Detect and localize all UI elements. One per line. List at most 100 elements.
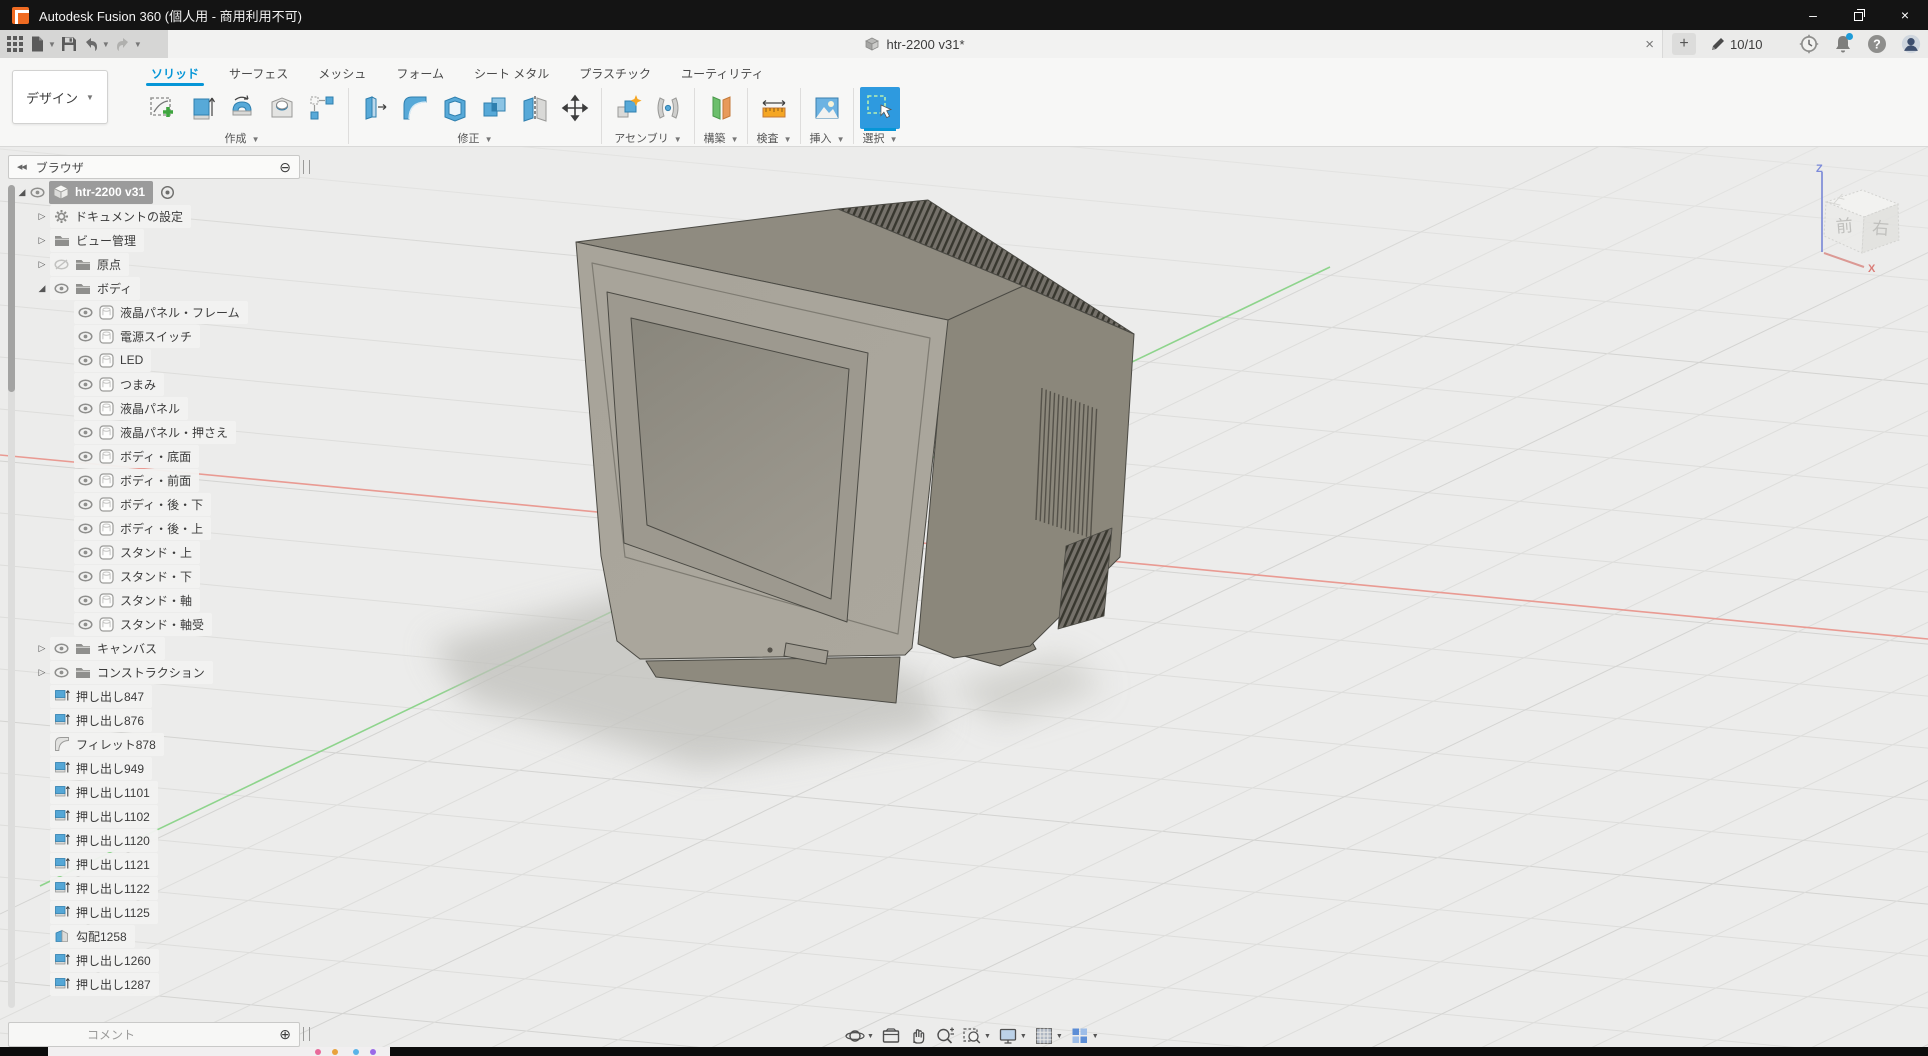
zoom-nav-icon[interactable]	[935, 1026, 955, 1046]
expand-twisty-icon[interactable]: ▷	[34, 643, 50, 654]
tree-item-chip[interactable]: スタンド・下	[74, 565, 200, 588]
tree-item-chip[interactable]: 押し出し1260	[50, 949, 159, 972]
tree-item-chip[interactable]: スタンド・軸	[74, 589, 200, 612]
document-tab-close-icon[interactable]: ×	[1645, 30, 1654, 58]
visibility-eye-icon[interactable]	[78, 451, 93, 462]
visibility-eye-icon[interactable]	[78, 379, 93, 390]
viewport-canvas[interactable]	[0, 147, 1928, 1047]
visibility-eye-icon[interactable]	[78, 547, 93, 558]
browser-panel-header[interactable]: ◀◀ ブラウザ ⊖	[8, 155, 300, 179]
view-cube[interactable]: Z X 前 右 上	[1798, 160, 1928, 275]
tree-row-押し出し1120[interactable]: 押し出し1120	[34, 828, 158, 852]
tree-row-スタンド・軸受[interactable]: スタンド・軸受	[74, 612, 212, 636]
select-tool-icon[interactable]	[860, 87, 900, 129]
tab-プラスチック[interactable]: プラスチック	[564, 62, 666, 84]
model-crt-monitor[interactable]	[576, 200, 1134, 703]
expand-twisty-icon[interactable]: ▷	[34, 211, 50, 222]
visibility-eye-icon[interactable]	[54, 259, 69, 270]
tree-item-chip[interactable]: ボディ・後・下	[74, 493, 211, 516]
panel-drag-grip[interactable]	[303, 160, 310, 174]
tree-item-chip[interactable]: ボディ	[50, 277, 140, 300]
tab-フォーム[interactable]: フォーム	[381, 62, 459, 84]
tree-row-ボディ・前面[interactable]: ボディ・前面	[74, 468, 199, 492]
move-tool-icon[interactable]	[555, 87, 595, 129]
browser-scrollbar-thumb[interactable]	[8, 185, 15, 392]
visibility-eye-icon[interactable]	[78, 403, 93, 414]
combine-tool-icon[interactable]	[475, 87, 515, 129]
visibility-eye-icon[interactable]	[78, 475, 93, 486]
tree-row-液晶パネル・フレーム[interactable]: 液晶パネル・フレーム	[74, 300, 248, 324]
panel-minus-icon[interactable]: ⊖	[279, 159, 291, 176]
tree-item-chip[interactable]: フィレット878	[50, 733, 164, 756]
tree-row-押し出し1287[interactable]: 押し出し1287	[34, 972, 159, 996]
group-label-挿入[interactable]: 挿入 ▼	[807, 130, 847, 146]
tree-item-chip[interactable]: 電源スイッチ	[74, 325, 200, 348]
tree-item-chip[interactable]: 押し出し1122	[50, 877, 158, 900]
tree-item-chip[interactable]: ビュー管理	[50, 229, 144, 252]
tree-row-押し出し876[interactable]: 押し出し876	[34, 708, 152, 732]
tree-item-chip[interactable]: ボディ・前面	[74, 469, 199, 492]
tree-row-つまみ[interactable]: つまみ	[74, 372, 164, 396]
joint-tool-icon[interactable]	[648, 87, 688, 129]
tab-メッシュ[interactable]: メッシュ	[303, 62, 381, 84]
visibility-eye-icon[interactable]	[78, 331, 93, 342]
split-body-tool-icon[interactable]	[515, 87, 555, 129]
file-new-button[interactable]: ▼	[28, 35, 56, 53]
tree-item-chip[interactable]: スタンド・軸受	[74, 613, 212, 636]
tree-item-chip[interactable]: ボディ・後・上	[74, 517, 211, 540]
tree-row-液晶パネル・押さえ[interactable]: 液晶パネル・押さえ	[74, 420, 236, 444]
tree-item-chip[interactable]: つまみ	[74, 373, 164, 396]
group-label-検査[interactable]: 検査 ▼	[754, 130, 794, 146]
tree-row-スタンド・軸[interactable]: スタンド・軸	[74, 588, 200, 612]
press-pull-tool-icon[interactable]	[355, 87, 395, 129]
tree-row-押し出し949[interactable]: 押し出し949	[34, 756, 152, 780]
tree-row-スタンド・上[interactable]: スタンド・上	[74, 540, 200, 564]
tree-row-押し出し1260[interactable]: 押し出し1260	[34, 948, 159, 972]
save-button[interactable]	[60, 35, 78, 53]
display-settings-nav-icon[interactable]: ▼	[998, 1026, 1027, 1046]
tree-row-コンストラクション[interactable]: ▷コンストラクション	[34, 660, 213, 684]
view-cube-body[interactable]: 前 右 上	[1824, 190, 1899, 253]
measure-tool-icon[interactable]	[754, 87, 794, 129]
tab-シート メタル[interactable]: シート メタル	[459, 62, 564, 84]
credits-counter[interactable]: 10/10	[1710, 30, 1763, 58]
visibility-eye-icon[interactable]	[78, 595, 93, 606]
tree-row-原点[interactable]: ▷原点	[34, 252, 129, 276]
visibility-eye-icon[interactable]	[30, 187, 45, 198]
new-component-tool-icon[interactable]	[608, 87, 648, 129]
tree-item-chip[interactable]: ボディ・底面	[74, 445, 199, 468]
tree-item-chip[interactable]: 押し出し876	[50, 709, 152, 732]
tree-row-ボディ・底面[interactable]: ボディ・底面	[74, 444, 199, 468]
tree-row-押し出し1101[interactable]: 押し出し1101	[34, 780, 158, 804]
visibility-eye-icon[interactable]	[54, 283, 69, 294]
group-label-選択[interactable]: 選択 ▼	[860, 130, 900, 146]
fillet-tool-icon[interactable]	[395, 87, 435, 129]
expand-twisty-icon[interactable]: ▷	[34, 235, 50, 246]
comment-drag-grip[interactable]	[303, 1027, 310, 1041]
tree-row-ボディ[interactable]: ◢ボディ	[34, 276, 140, 300]
tree-item-chip[interactable]: 押し出し949	[50, 757, 152, 780]
tab-サーフェス[interactable]: サーフェス	[214, 62, 303, 84]
tree-row-htr-2200 v31[interactable]: ◢htr-2200 v31	[14, 180, 175, 204]
undo-button[interactable]: ▼	[82, 35, 110, 53]
fit-nav-icon[interactable]: ▼	[962, 1026, 991, 1046]
tree-item-chip[interactable]: スタンド・上	[74, 541, 200, 564]
group-label-作成[interactable]: 作成 ▼	[142, 130, 342, 146]
comment-input[interactable]: コメント ⊕	[8, 1022, 300, 1047]
panel-collapse-icon[interactable]: ◀◀	[17, 163, 26, 171]
tree-item-chip[interactable]: ドキュメントの設定	[50, 205, 191, 228]
tab-ユーティリティ[interactable]: ユーティリティ	[666, 62, 779, 84]
comment-add-icon[interactable]: ⊕	[279, 1026, 291, 1043]
tree-item-chip[interactable]: 押し出し1101	[50, 781, 158, 804]
create-sketch-tool-icon[interactable]	[142, 87, 182, 129]
pattern-tool-icon[interactable]	[302, 87, 342, 129]
tree-row-押し出し1102[interactable]: 押し出し1102	[34, 804, 158, 828]
hole-tool-icon[interactable]	[262, 87, 302, 129]
visibility-eye-icon[interactable]	[78, 523, 93, 534]
group-label-構築[interactable]: 構築 ▼	[701, 130, 741, 146]
viewports-nav-icon[interactable]: ▼	[1070, 1026, 1099, 1046]
group-label-アセンブリ[interactable]: アセンブリ ▼	[608, 130, 688, 146]
revolve-tool-icon[interactable]	[222, 87, 262, 129]
tree-item-chip[interactable]: htr-2200 v31	[49, 181, 153, 204]
tree-row-押し出し1125[interactable]: 押し出し1125	[34, 900, 158, 924]
